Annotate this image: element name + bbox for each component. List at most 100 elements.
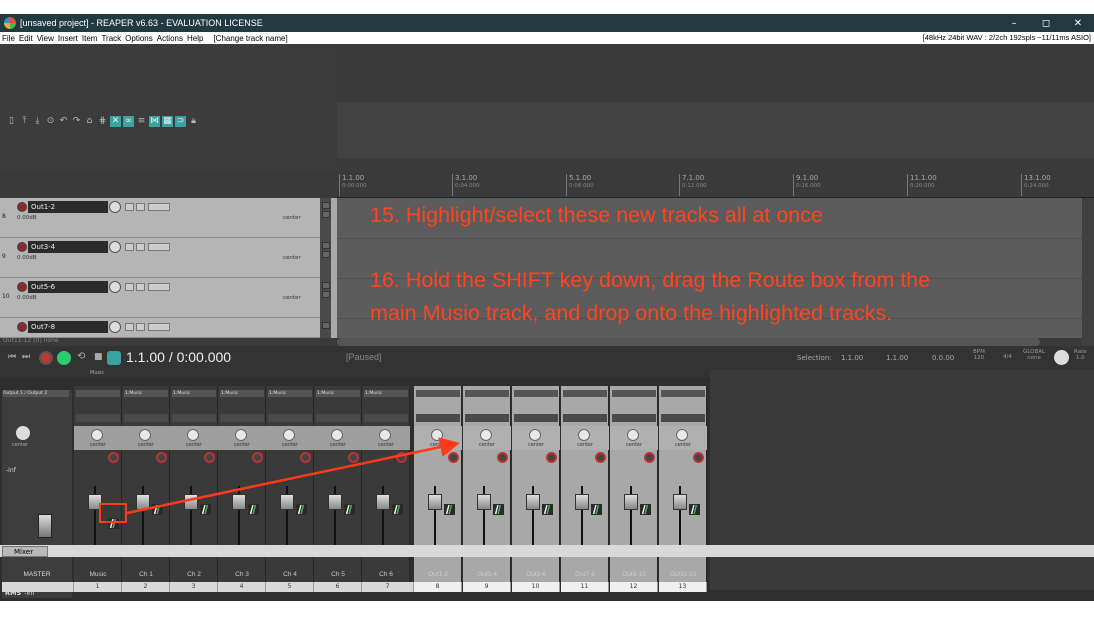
volume-fader[interactable] [328,494,342,510]
strip-route[interactable] [76,390,120,397]
record-arm-button[interactable] [693,452,704,463]
strip-route[interactable] [612,390,656,397]
solo-button[interactable] [322,251,330,258]
strip-route[interactable]: 1:Music [220,390,264,397]
fx-row[interactable] [563,414,607,422]
pan-knob[interactable] [235,429,247,441]
pan-knob[interactable] [379,429,391,441]
route-icon[interactable] [542,504,553,515]
selection-length[interactable]: 0.0.00 [932,354,954,362]
track-row[interactable]: 8 Out1-2 0.00dB center [0,198,331,238]
menu-actions[interactable]: Actions [155,34,185,43]
menu-insert[interactable]: Insert [56,34,80,43]
pan-knob[interactable] [431,429,443,441]
volume-fader[interactable] [477,494,491,510]
repeat-icon[interactable]: ⟲ [77,351,85,362]
fx-bypass-button[interactable] [136,203,145,211]
timeline-ruler[interactable]: 1.1.00 0:00.000 3.1.00 0:04.000 5.1.00 0:08… [337,171,1094,198]
save-project-icon[interactable]: ⤓ [32,116,43,127]
track-name-field[interactable]: Out1-2 [28,201,108,213]
track-row[interactable]: Out7-8 [0,318,331,338]
fx-button[interactable] [125,283,134,291]
pan-knob[interactable] [627,429,639,441]
grid-icon[interactable]: ⋕ [97,116,108,127]
volume-fader[interactable] [575,494,589,510]
vertical-scrollbar[interactable] [1082,198,1094,346]
volume-fader[interactable] [624,494,638,510]
pan-knob[interactable] [480,429,492,441]
track-row[interactable]: 10 Out5-6 0.00dB center [0,278,331,318]
volume-knob[interactable] [109,241,121,253]
fx-row[interactable] [465,414,509,422]
menu-view[interactable]: View [35,34,56,43]
metronome-icon[interactable]: ⌂ [84,116,95,127]
volume-knob[interactable] [109,201,121,213]
strip-route[interactable]: 1:Music [124,390,168,397]
strip-route[interactable]: 1:Music [268,390,312,397]
strip-route[interactable] [416,390,460,397]
record-arm-button[interactable] [252,452,263,463]
mute-button[interactable] [322,242,330,249]
fx-button[interactable] [125,323,134,331]
ripple-icon[interactable]: ∞ [123,116,134,127]
record-arm-button[interactable] [17,322,27,332]
record-arm-button[interactable] [546,452,557,463]
pan-knob[interactable] [676,429,688,441]
pan-knob[interactable] [529,429,541,441]
record-arm-button[interactable] [644,452,655,463]
master-output-route[interactable]: Output 1 / Output 2 [3,390,69,397]
track-name-field[interactable]: Out3-4 [28,241,108,253]
record-arm-button[interactable] [300,452,311,463]
playrate-knob[interactable] [1054,350,1069,365]
stop-icon[interactable]: ■ [94,352,103,362]
fx-row[interactable] [661,414,705,422]
strip-route[interactable] [465,390,509,397]
volume-fader[interactable] [232,494,246,510]
volume-fader[interactable] [184,494,198,510]
route-icon[interactable] [248,504,259,515]
volume-fader[interactable] [428,494,442,510]
menu-options[interactable]: Options [123,34,155,43]
pan-knob[interactable] [578,429,590,441]
pan-knob[interactable] [283,429,295,441]
mute-button[interactable] [322,322,330,329]
volume-fader[interactable] [376,494,390,510]
transport-time[interactable]: 1.1.00 / 0:00.000 [126,349,231,365]
route-icon[interactable] [493,504,504,515]
menu-track[interactable]: Track [99,34,123,43]
strip-route[interactable]: 1:Music [172,390,216,397]
record-arm-button[interactable] [17,282,27,292]
route-icon[interactable] [200,504,211,515]
fx-row[interactable] [172,414,216,422]
strip-route[interactable] [514,390,558,397]
fx-row[interactable] [416,414,460,422]
undo-icon[interactable]: ↶ [58,116,69,127]
record-arm-button[interactable] [396,452,407,463]
mixer-dock-tab[interactable]: Mixer [2,546,48,557]
fx-row[interactable] [514,414,558,422]
pause-button[interactable] [107,351,121,365]
item-grouping-icon[interactable]: ≡ [136,116,147,127]
open-project-icon[interactable]: ⤒ [19,116,30,127]
strip-route[interactable]: 1:Music [364,390,408,397]
snap-icon[interactable]: ✕ [110,116,121,127]
record-arm-button[interactable] [17,242,27,252]
fx-bypass-button[interactable] [136,283,145,291]
pan-knob[interactable] [187,429,199,441]
route-icon[interactable] [344,504,355,515]
horizontal-scrollbar[interactable] [337,338,1040,346]
route-icon[interactable] [444,504,455,515]
track-name-field[interactable]: Out5-6 [28,281,108,293]
audio-device-status[interactable]: [48kHz 24bit WAV : 2/2ch 192spls ~11/11m… [923,33,1091,42]
volume-fader[interactable] [136,494,150,510]
route-icon[interactable] [689,504,700,515]
record-arm-button[interactable] [497,452,508,463]
minimize-button[interactable]: – [998,18,1030,29]
menu-item[interactable]: Item [80,34,100,43]
mute-button[interactable] [322,202,330,209]
solo-button[interactable] [322,211,330,218]
playrate-field[interactable]: Rate 1.0 [1074,349,1087,361]
pan-knob[interactable] [91,429,103,441]
go-to-end-icon[interactable]: ⏭ [22,352,30,362]
mute-button[interactable] [322,282,330,289]
